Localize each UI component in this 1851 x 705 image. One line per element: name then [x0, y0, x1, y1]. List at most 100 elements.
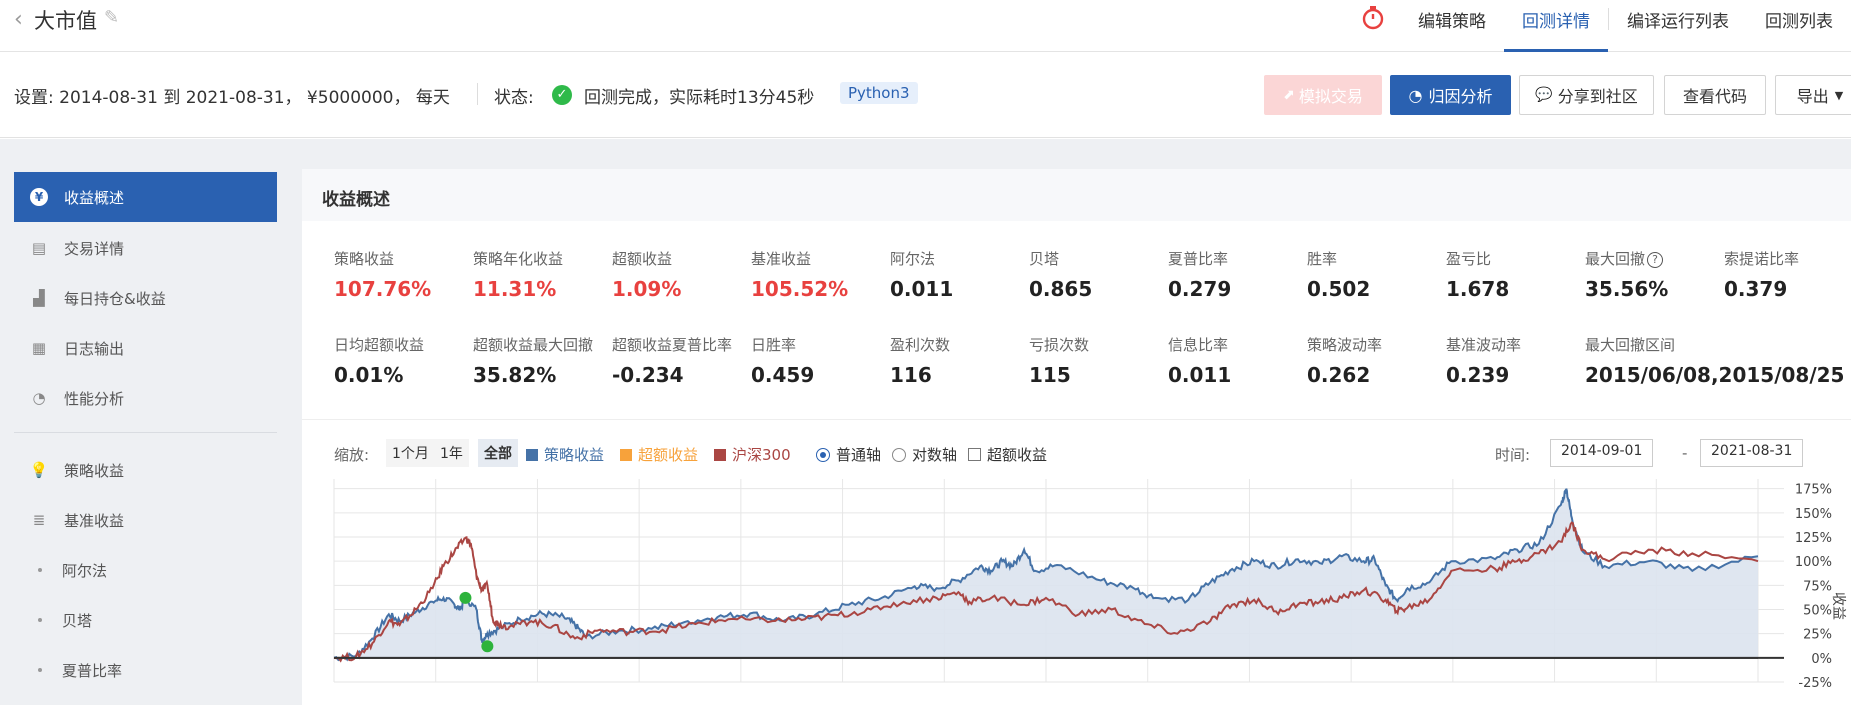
lightbulb-icon: 💡	[29, 461, 49, 479]
sidebar-item-overview[interactable]: ¥ 收益概述	[14, 172, 277, 222]
sidebar-item-log-output[interactable]: ▦ 日志输出	[14, 323, 277, 373]
legend-label: 超额收益	[638, 446, 699, 464]
yuan-icon: ¥	[30, 188, 48, 206]
legend-swatch	[526, 448, 538, 461]
top-bar: ‹ 大市值 ✎ 编辑策略 回测详情 编译运行列表 回测列表	[0, 0, 1851, 52]
axis-log-radio[interactable]: 对数轴	[892, 444, 957, 465]
metric-value: 11.31%	[473, 277, 557, 301]
metric-value: 2015/06/08,2015/08/25	[1585, 363, 1845, 387]
sidebar-item-alpha[interactable]: 阿尔法	[14, 545, 277, 595]
metric-value: 0.239	[1446, 363, 1510, 387]
metric-strategy-return: 策略收益 107.76%	[334, 248, 474, 301]
metric-label: 盈亏比	[1446, 250, 1492, 268]
metric-excess-return: 超额收益 1.09%	[612, 248, 752, 301]
metric-excess-max-drawdown: 超额收益最大回撤 35.82%	[473, 334, 613, 387]
back-chevron-icon[interactable]: ‹	[14, 7, 23, 32]
legend-csi300[interactable]: 沪深300	[714, 444, 791, 465]
caret-down-icon: ▼	[1834, 88, 1844, 102]
metric-daily-excess: 日均超额收益 0.01%	[334, 334, 474, 387]
metric-daily-win-rate: 日胜率 0.459	[751, 334, 891, 387]
zoom-1-year-button[interactable]: 1年	[434, 439, 469, 467]
metric-value: 0.01%	[334, 363, 404, 387]
excess-return-checkbox[interactable]: 超额收益	[968, 444, 1047, 465]
metric-value: 1.678	[1446, 277, 1510, 301]
help-icon[interactable]: ?	[1647, 251, 1664, 268]
date-range-dash: -	[1682, 444, 1688, 462]
start-date-input[interactable]: 2014-09-01	[1550, 439, 1654, 467]
settings-bar: 设置: 2014-08-31 到 2021-08-31， ¥5000000， 每…	[0, 53, 1851, 138]
tab-compile-run-list[interactable]: 编译运行列表	[1609, 0, 1747, 52]
end-date-input[interactable]: 2021-08-31	[1700, 439, 1804, 467]
metric-strategy-volatility: 策略波动率 0.262	[1307, 334, 1447, 387]
metric-value: 0.011	[890, 277, 954, 301]
view-code-button[interactable]: 查看代码	[1664, 75, 1766, 115]
radio-label: 普通轴	[836, 446, 882, 464]
simulate-icon: ⬈	[1283, 87, 1295, 103]
sidebar-item-sharpe[interactable]: 夏普比率	[14, 645, 277, 695]
metric-beta: 贝塔 0.865	[1029, 248, 1169, 301]
status-label: 状态:	[494, 88, 534, 108]
metric-label: 贝塔	[1029, 250, 1060, 268]
metric-label: 最大回撤区间	[1585, 336, 1676, 354]
metric-excess-sharpe: 超额收益夏普比率 -0.234	[612, 334, 752, 387]
check-circle-icon: ✓	[552, 85, 572, 105]
sidebar-item-beta[interactable]: 贝塔	[14, 595, 277, 645]
legend-label: 沪深300	[732, 446, 791, 464]
checkbox-label: 超额收益	[987, 446, 1048, 464]
metric-benchmark-volatility: 基准波动率 0.239	[1446, 334, 1586, 387]
legend-excess-return[interactable]: 超额收益	[620, 444, 698, 465]
share-community-button[interactable]: 💬 分享到社区	[1519, 75, 1654, 115]
trade-marker	[459, 591, 472, 604]
backtest-settings: 设置: 2014-08-31 到 2021-08-31， ¥5000000， 每…	[14, 88, 450, 108]
sidebar-item-strategy-returns[interactable]: 💡 策略收益	[14, 445, 277, 495]
metric-value: 35.56%	[1585, 277, 1669, 301]
tab-backtest-detail[interactable]: 回测详情	[1504, 0, 1608, 52]
chat-bubble-icon: 💬	[1535, 87, 1553, 103]
y-tick-label: 50%	[1803, 604, 1832, 619]
sidebar-item-label: 阿尔法	[62, 561, 108, 580]
zoom-1-month-button[interactable]: 1个月	[386, 439, 435, 467]
sidebar-item-label: 贝塔	[62, 611, 93, 630]
attribution-analysis-button[interactable]: ◔ 归因分析	[1390, 75, 1511, 115]
database-icon: ≣	[32, 511, 46, 529]
metric-value: 35.82%	[473, 363, 557, 387]
calendar-icon: ▦	[31, 339, 47, 357]
share-label: 分享到社区	[1557, 87, 1638, 106]
sidebar-item-trade-detail[interactable]: ▤ 交易详情	[14, 223, 277, 273]
simulate-trade-button[interactable]: ⬈ 模拟交易	[1264, 75, 1382, 115]
export-button[interactable]: 导出 ▼	[1775, 75, 1851, 115]
panel-title: 收益概述	[302, 169, 1851, 221]
settings-divider	[477, 83, 478, 105]
timer-icon	[1362, 6, 1384, 30]
zoom-all-button[interactable]: 全部	[478, 439, 518, 467]
sidebar-item-label: 基准收益	[64, 511, 125, 530]
metric-loss-count: 亏损次数 115	[1029, 334, 1169, 387]
axis-normal-radio[interactable]: 普通轴	[816, 444, 881, 465]
metric-value: 116	[890, 363, 932, 387]
edit-pencil-icon[interactable]: ✎	[104, 7, 119, 28]
metric-label: 亏损次数	[1029, 336, 1090, 354]
sidebar-item-label: 性能分析	[64, 389, 125, 408]
metric-value: 0.262	[1307, 363, 1371, 387]
metric-label: 夏普比率	[1168, 250, 1229, 268]
radio-icon	[816, 447, 830, 462]
sidebar-item-label: 策略收益	[64, 461, 125, 480]
returns-chart[interactable]: 175% 150% 125% 100% 75% 50% 25% 0% -25% 收益	[302, 474, 1851, 705]
legend-strategy-return[interactable]: 策略收益	[526, 444, 604, 465]
sidebar-item-daily-positions[interactable]: ▟ 每日持仓&收益	[14, 273, 277, 323]
y-tick-label: 150%	[1795, 507, 1832, 522]
strategy-title: 大市值	[34, 9, 97, 33]
bullet-dot	[38, 618, 42, 622]
metric-label: 基准收益	[751, 250, 812, 268]
metric-value: 0.502	[1307, 277, 1371, 301]
metric-value: 0.279	[1168, 277, 1232, 301]
tab-backtest-list[interactable]: 回测列表	[1747, 0, 1851, 52]
sidebar-item-benchmark-returns[interactable]: ≣ 基准收益	[14, 495, 277, 545]
y-tick-label: 25%	[1803, 628, 1832, 643]
metric-win-rate: 胜率 0.502	[1307, 248, 1447, 301]
tab-edit-strategy[interactable]: 编辑策略	[1400, 0, 1504, 52]
sidebar-item-performance[interactable]: ◔ 性能分析	[14, 373, 277, 423]
metric-label: 阿尔法	[890, 250, 936, 268]
overview-panel: 收益概述 策略收益 107.76% 策略年化收益 11.31% 超额收益 1.09% …	[302, 169, 1851, 705]
metric-label: 信息比率	[1168, 336, 1229, 354]
